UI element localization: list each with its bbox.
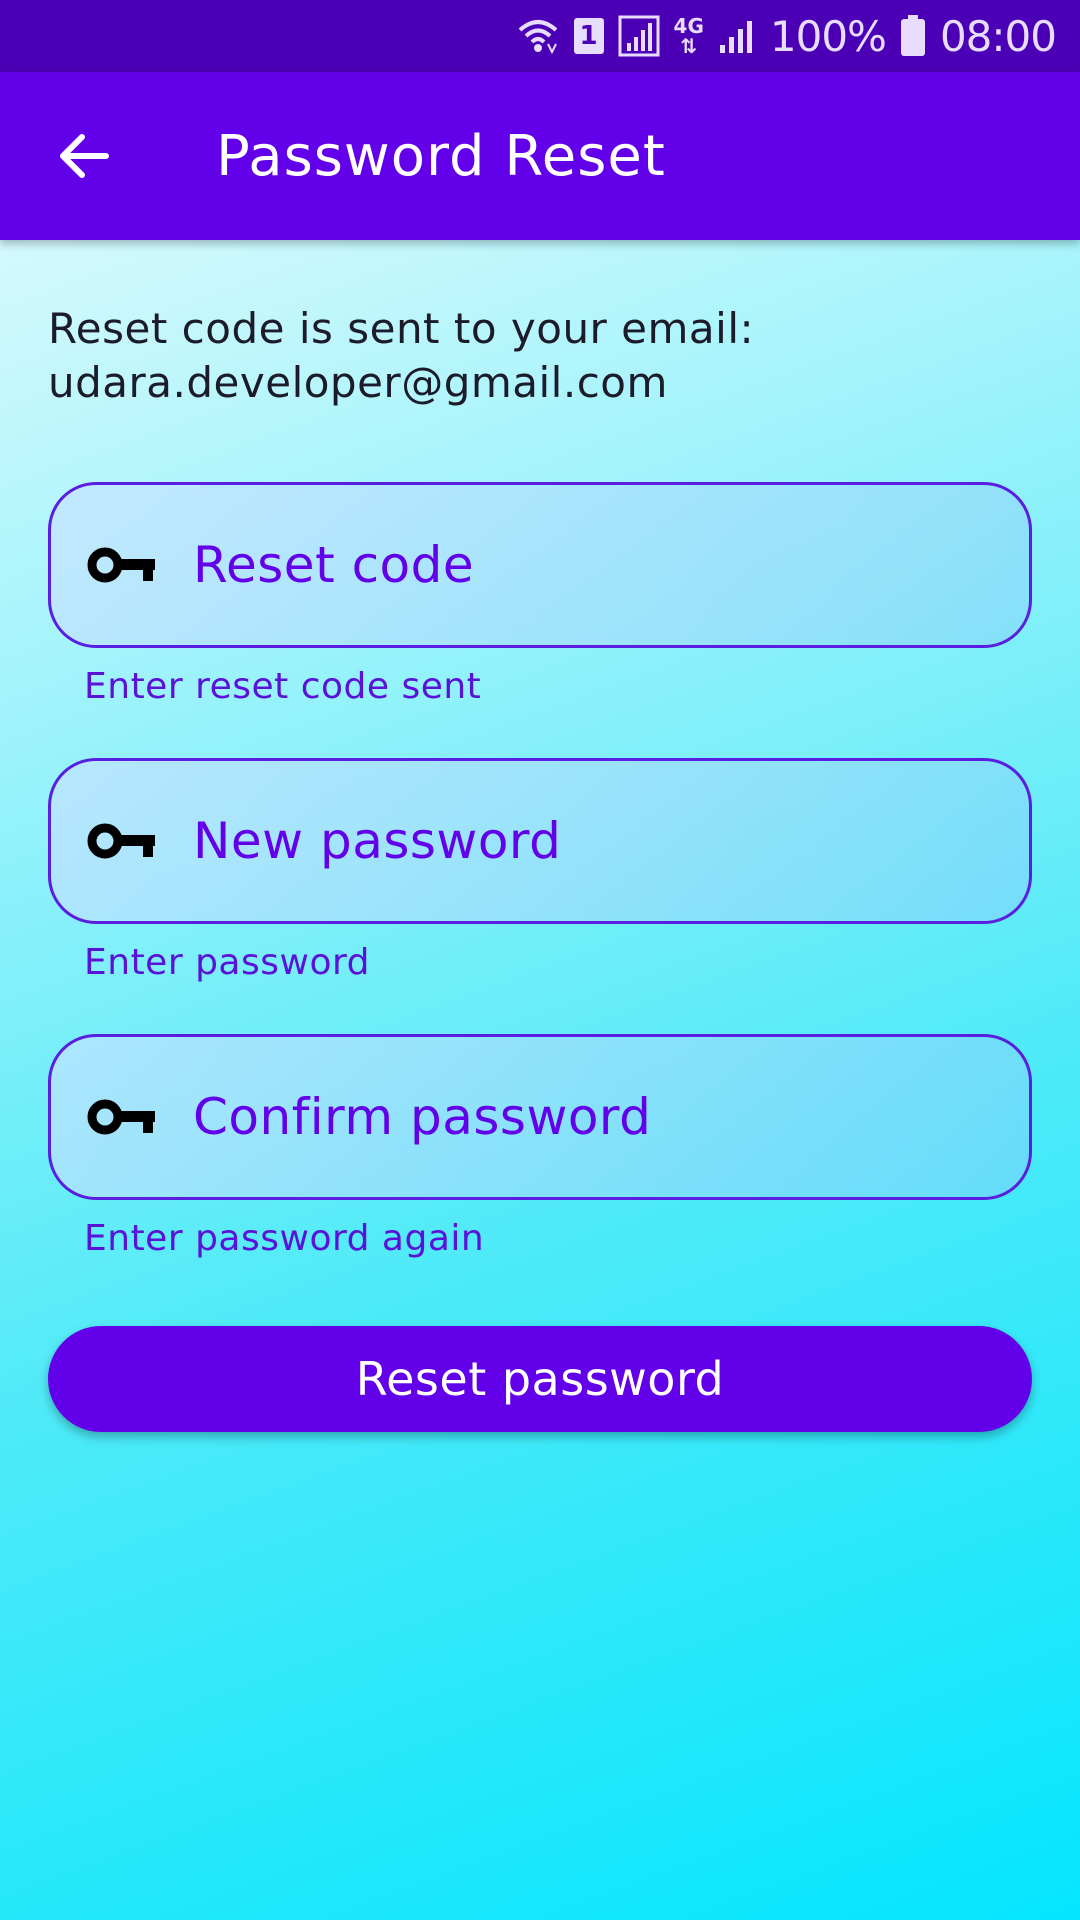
key-icon xyxy=(87,1099,155,1135)
signal-icon xyxy=(618,15,660,57)
key-icon xyxy=(87,823,155,859)
new-password-input[interactable] xyxy=(193,761,993,921)
confirm-password-field[interactable] xyxy=(48,1034,1032,1200)
wifi-icon xyxy=(516,16,560,56)
reset-info: Reset code is sent to your email: udara.… xyxy=(48,302,754,410)
battery-icon xyxy=(900,15,926,57)
app-bar: Password Reset xyxy=(0,72,1080,240)
network-4g-icon: 4G ⇅ xyxy=(673,14,704,58)
reset-code-input[interactable] xyxy=(193,485,993,645)
new-password-helper: Enter password xyxy=(84,942,370,983)
status-bar: 1 4G ⇅ 100% 08:00 xyxy=(0,0,1080,72)
new-password-field[interactable] xyxy=(48,758,1032,924)
reset-code-helper: Enter reset code sent xyxy=(84,666,482,707)
reset-code-field[interactable] xyxy=(48,482,1032,648)
signal-icon-secondary xyxy=(718,17,756,55)
confirm-password-input[interactable] xyxy=(193,1037,993,1197)
info-message: Reset code is sent to your email: xyxy=(48,304,755,353)
arrow-left-icon xyxy=(60,134,109,178)
battery-percent: 100% xyxy=(769,11,887,61)
sim-label: 1 xyxy=(573,18,604,54)
reset-password-button[interactable]: Reset password xyxy=(48,1326,1032,1432)
page-title: Password Reset xyxy=(216,123,666,189)
sim-icon: 1 xyxy=(573,18,604,54)
back-button[interactable] xyxy=(44,116,124,196)
clock: 08:00 xyxy=(939,11,1057,61)
network-label: 4G xyxy=(673,14,704,38)
email-address: udara.developer@gmail.com xyxy=(48,358,668,407)
confirm-password-helper: Enter password again xyxy=(84,1218,485,1259)
key-icon xyxy=(87,547,155,583)
